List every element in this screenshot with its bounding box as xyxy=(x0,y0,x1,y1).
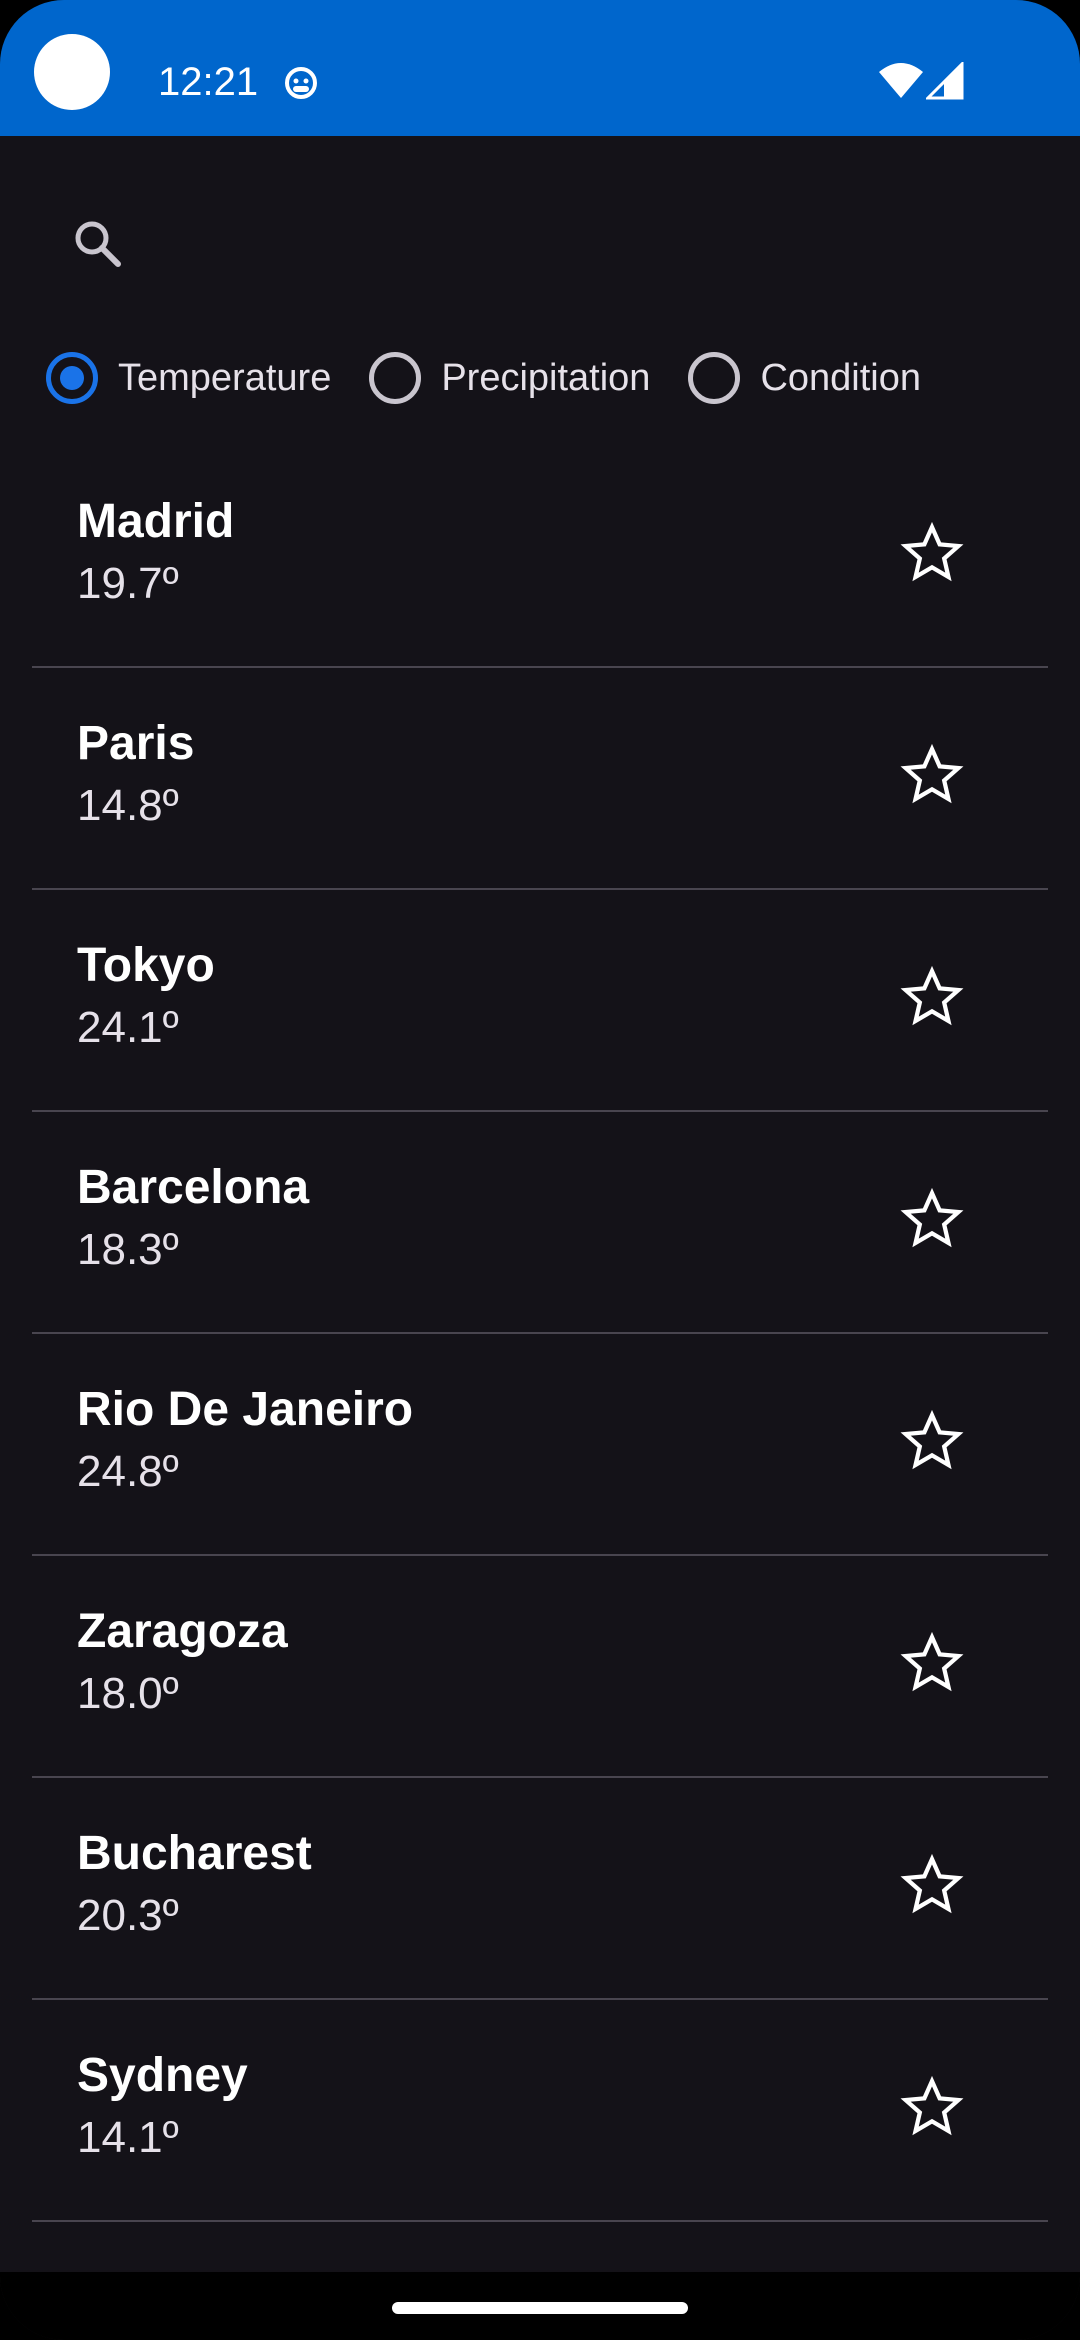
radio-button-selected[interactable] xyxy=(46,352,98,404)
city-temperature: 19.7º xyxy=(77,559,179,608)
filter-radio-group: Temperature Precipitation Condition xyxy=(46,346,959,410)
home-indicator[interactable] xyxy=(392,2302,688,2314)
camera-cutout xyxy=(34,34,110,110)
wifi-icon xyxy=(879,63,923,98)
star-outline-icon xyxy=(900,1409,964,1470)
favorite-button[interactable] xyxy=(894,516,970,592)
city-row[interactable]: Bucharest 20.3º xyxy=(32,1778,1048,2000)
favorite-button[interactable] xyxy=(894,1848,970,1924)
city-row[interactable]: Rio De Janeiro 24.8º xyxy=(32,1334,1048,1556)
radio-option-temperature[interactable]: Temperature xyxy=(46,346,331,410)
city-name: Zaragoza xyxy=(77,1605,288,1658)
city-row[interactable]: Sydney 14.1º xyxy=(32,2000,1048,2222)
city-temperature: 14.1º xyxy=(77,2113,179,2162)
city-name: Madrid xyxy=(77,495,235,548)
city-row[interactable]: Tokyo 24.1º xyxy=(32,890,1048,1112)
radio-button[interactable] xyxy=(369,352,422,404)
city-temperature: 24.8º xyxy=(77,1447,179,1496)
city-list: Madrid 19.7º Paris 14.8º Tokyo 24.1º Bar… xyxy=(32,446,1048,2222)
star-outline-icon xyxy=(900,1187,964,1248)
radio-button[interactable] xyxy=(688,352,741,404)
city-temperature: 14.8º xyxy=(77,781,179,830)
city-row[interactable]: Paris 14.8º xyxy=(32,668,1048,890)
radio-label: Precipitation xyxy=(441,356,651,399)
search-button[interactable] xyxy=(62,208,134,280)
city-name: Tokyo xyxy=(77,939,215,992)
radio-label: Condition xyxy=(760,356,922,399)
city-row[interactable]: Madrid 19.7º xyxy=(32,446,1048,668)
favorite-button[interactable] xyxy=(894,1404,970,1480)
city-name: Rio De Janeiro xyxy=(77,1383,414,1436)
city-temperature: 20.3º xyxy=(77,1891,179,1940)
city-name: Barcelona xyxy=(77,1161,310,1214)
star-outline-icon xyxy=(900,965,964,1026)
star-outline-icon xyxy=(900,743,964,804)
radio-label: Temperature xyxy=(118,356,332,399)
app-notification-icon xyxy=(285,67,317,99)
radio-option-condition[interactable]: Condition xyxy=(688,346,921,410)
signal-icon xyxy=(926,62,964,100)
city-row[interactable]: Barcelona 18.3º xyxy=(32,1112,1048,1334)
star-outline-icon xyxy=(900,2075,964,2136)
city-name: Paris xyxy=(77,717,195,770)
star-outline-icon xyxy=(900,521,964,582)
star-outline-icon xyxy=(900,1853,964,1914)
favorite-button[interactable] xyxy=(894,1182,970,1258)
radio-option-precipitation[interactable]: Precipitation xyxy=(369,346,650,410)
favorite-button[interactable] xyxy=(894,2070,970,2146)
star-outline-icon xyxy=(900,1631,964,1692)
city-temperature: 24.1º xyxy=(77,1003,179,1052)
app-screen: 12:21 Temperature Precipitation Conditio… xyxy=(0,0,1080,2340)
city-row[interactable]: Zaragoza 18.0º xyxy=(32,1556,1048,1778)
status-bar: 12:21 xyxy=(0,0,1080,136)
city-name: Sydney xyxy=(77,2049,248,2102)
search-icon xyxy=(75,221,121,267)
favorite-button[interactable] xyxy=(894,960,970,1036)
favorite-button[interactable] xyxy=(894,738,970,814)
favorite-button[interactable] xyxy=(894,1626,970,1702)
status-time: 12:21 xyxy=(158,60,259,104)
city-temperature: 18.3º xyxy=(77,1225,179,1274)
city-name: Bucharest xyxy=(77,1827,312,1880)
city-temperature: 18.0º xyxy=(77,1669,179,1718)
